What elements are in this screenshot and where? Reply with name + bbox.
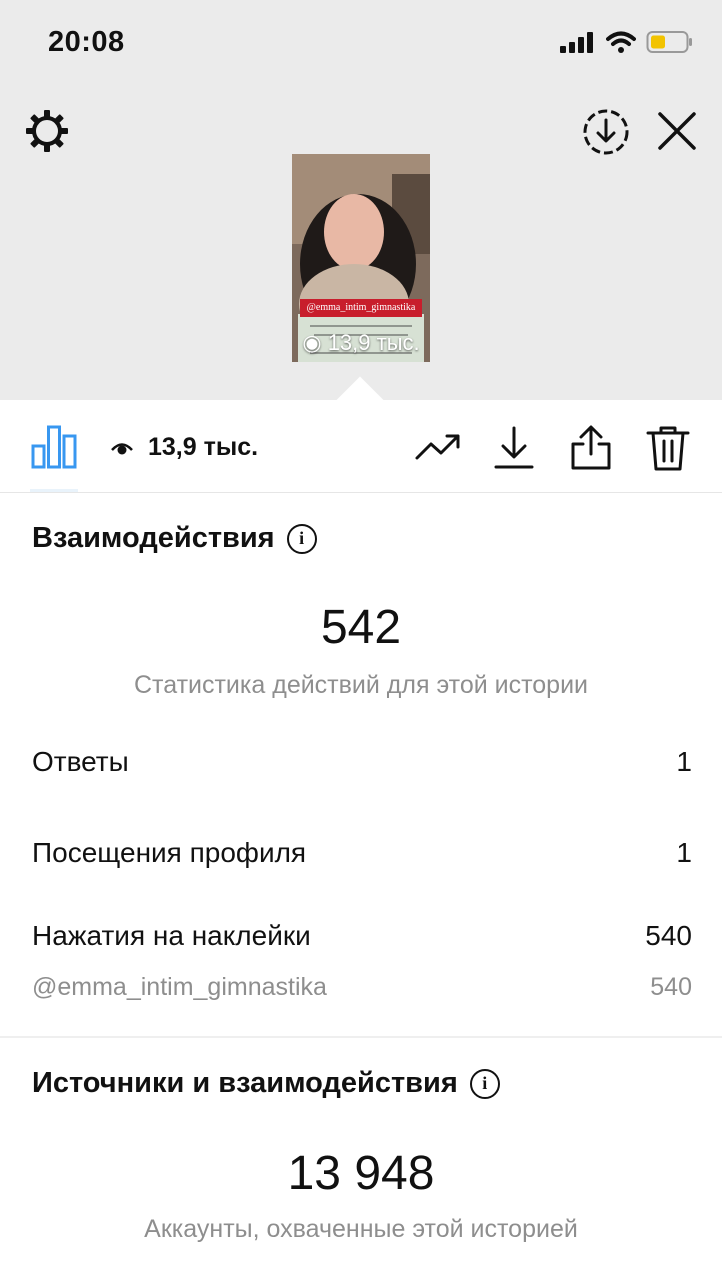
wifi-icon (606, 31, 636, 53)
mention-sticker: @emma_intim_gimnastika (300, 299, 422, 317)
sticker-detail-row[interactable]: @emma_intim_gimnastika 540 (32, 973, 692, 1002)
insights-sheet: 13,9 тыс. Взаимодействия i 542 Статистик… (0, 400, 722, 1280)
interactions-title-text: Взаимодействия (32, 522, 275, 554)
sticker-detail-value: 540 (650, 973, 692, 1001)
story-thumbnail[interactable]: @emma_intim_gimnastika ◉ 13,9 тыс. (292, 154, 430, 362)
row-label: Посещения профиля (32, 837, 307, 868)
active-tab-indicator (30, 489, 78, 492)
row-value: 540 (645, 920, 692, 951)
row-label: Ответы (32, 746, 129, 777)
interactions-row-profile-visits: Посещения профиля 1 (32, 837, 692, 869)
interactions-subtitle: Статистика действий для этой истории (133, 671, 589, 699)
info-icon[interactable]: i (286, 523, 317, 554)
discovery-subtitle: Аккаунты, охваченные этой историей (144, 1215, 578, 1243)
eye-icon (111, 443, 133, 455)
thumbnail-views-count: 13,9 тыс. (327, 330, 420, 355)
discovery-title: Источники и взаимодействия i (32, 1067, 500, 1100)
signal-icon (560, 32, 593, 53)
info-icon[interactable]: i (469, 1068, 500, 1099)
insights-bars-icon[interactable] (30, 424, 78, 470)
download-icon[interactable] (490, 424, 538, 472)
close-icon[interactable] (654, 108, 700, 154)
row-value: 1 (676, 837, 692, 868)
status-icons (560, 30, 694, 54)
discovery-title-text: Источники и взаимодействия (32, 1067, 458, 1099)
interactions-total: 542 (320, 601, 402, 654)
interactions-row-sticker-taps: Нажатия на наклейки 540 (32, 920, 692, 952)
trash-icon[interactable] (644, 424, 692, 472)
eye-icon: ◉ (302, 330, 328, 355)
row-label: Нажатия на наклейки (32, 920, 311, 951)
interactions-title: Взаимодействия i (32, 522, 317, 555)
section-divider (0, 1036, 722, 1038)
sticker-detail-label: @emma_intim_gimnastika (32, 973, 327, 1001)
share-icon[interactable] (567, 424, 615, 472)
status-time: 20:08 (48, 26, 125, 58)
views-count: 13,9 тыс. (148, 433, 259, 461)
insights-toolbar: 13,9 тыс. (0, 400, 722, 493)
battery-icon (646, 31, 692, 53)
interactions-row-replies: Ответы 1 (32, 746, 692, 778)
row-value: 1 (676, 746, 692, 777)
story-header: 20:08 @emma_intim_gimnastika ◉ 13,9 тыс. (0, 0, 722, 400)
gear-icon[interactable] (24, 108, 70, 154)
trend-icon[interactable] (414, 424, 462, 472)
download-circle-icon[interactable] (582, 108, 630, 156)
thumbnail-views: ◉ 13,9 тыс. (292, 330, 430, 356)
discovery-total: 13 948 (287, 1147, 435, 1200)
